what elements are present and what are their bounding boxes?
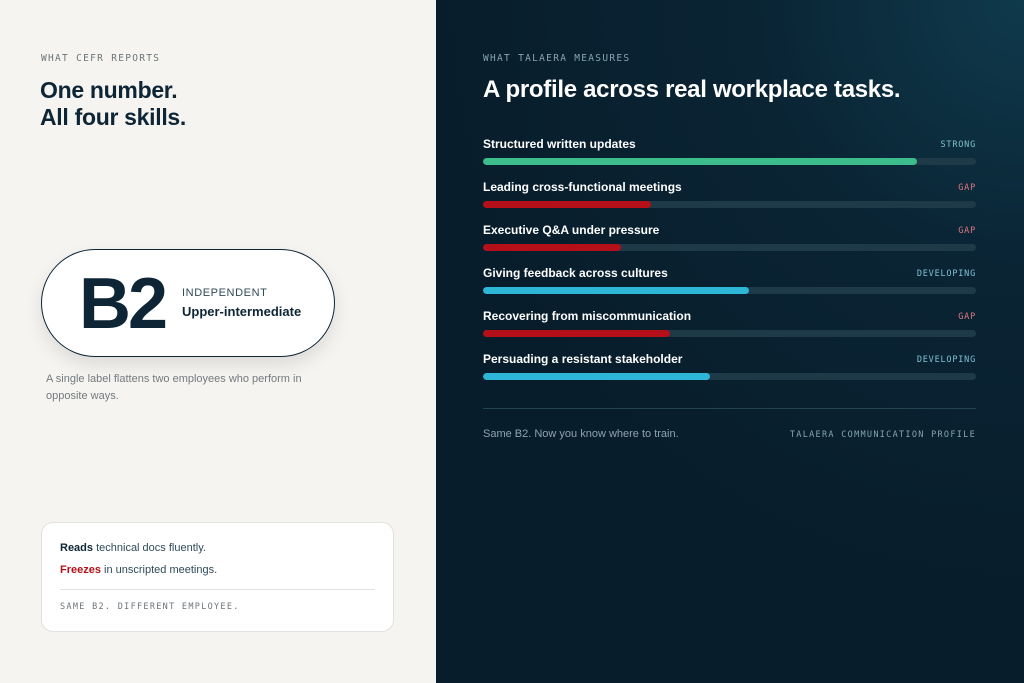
skill-name: Executive Q&A under pressure bbox=[483, 223, 660, 237]
card-divider bbox=[60, 589, 375, 590]
talaera-panel: WHAT TALAERA MEASURES A profile across r… bbox=[436, 0, 1024, 683]
skill-track bbox=[483, 158, 976, 165]
skill-row: Leading cross-functional meetings GAP bbox=[483, 179, 976, 222]
grade-level: Upper-intermediate bbox=[182, 304, 302, 319]
skill-level-bar bbox=[483, 330, 671, 337]
cefr-caption: A single label flattens two employees wh… bbox=[46, 373, 302, 402]
cefr-title-line1: One number. bbox=[40, 77, 178, 103]
skill-name: Persuading a resistant stakeholder bbox=[483, 352, 683, 366]
skill-level-bar bbox=[483, 201, 651, 208]
contrast-line-reads: Reads technical docs fluently. bbox=[60, 542, 206, 554]
skill-profile-list: Structured written updates STRONG Leading … bbox=[483, 136, 976, 394]
skill-track bbox=[483, 373, 976, 380]
reads-text: technical docs fluently. bbox=[93, 542, 206, 554]
cefr-eyebrow: WHAT CEFR REPORTS bbox=[41, 53, 161, 64]
skill-name: Leading cross-functional meetings bbox=[483, 180, 682, 194]
talaera-title: A profile across real workplace tasks. bbox=[483, 76, 901, 103]
skill-name: Giving feedback across cultures bbox=[483, 266, 668, 280]
footer-brand: TALAERA COMMUNICATION PROFILE bbox=[789, 430, 976, 440]
freezes-text: in unscripted meetings. bbox=[100, 564, 218, 576]
skill-track bbox=[483, 330, 976, 337]
skill-row: Executive Q&A under pressure GAP bbox=[483, 222, 976, 265]
freezes-highlight: Freezes bbox=[60, 564, 101, 576]
grade-label: B2 bbox=[79, 264, 168, 344]
skill-name: Structured written updates bbox=[483, 137, 636, 151]
skill-level-bar bbox=[483, 287, 750, 294]
cefr-grade-badge: B2 INDEPENDENT Upper-intermediate bbox=[41, 249, 335, 357]
skill-row: Giving feedback across cultures DEVELOPIN… bbox=[483, 265, 976, 308]
skill-track bbox=[483, 287, 976, 294]
reads-highlight: Reads bbox=[60, 542, 94, 554]
skill-row: Persuading a resistant stakeholder DEVELO… bbox=[483, 351, 976, 394]
skill-status: GAP bbox=[958, 183, 976, 193]
skill-status: DEVELOPING bbox=[916, 355, 976, 365]
footer-divider bbox=[483, 408, 976, 409]
skill-level-bar bbox=[483, 373, 710, 380]
card-footer: SAME B2. DIFFERENT EMPLOYEE. bbox=[60, 602, 240, 612]
skill-row: Recovering from miscommunication GAP bbox=[483, 308, 976, 351]
cefr-title-line2: All four skills. bbox=[40, 104, 187, 130]
skill-track bbox=[483, 201, 976, 208]
skill-name: Recovering from miscommunication bbox=[483, 309, 692, 323]
employee-contrast-card: Reads technical docs fluently. Freezes i… bbox=[41, 522, 394, 632]
talaera-eyebrow: WHAT TALAERA MEASURES bbox=[483, 53, 631, 64]
footer-tagline: Same B2. Now you know where to train. bbox=[483, 428, 679, 440]
skill-row: Structured written updates STRONG bbox=[483, 136, 976, 179]
skill-status: DEVELOPING bbox=[916, 269, 976, 279]
cefr-panel: WHAT CEFR REPORTS One number. All four s… bbox=[0, 0, 436, 683]
skill-level-bar bbox=[483, 158, 917, 165]
skill-track bbox=[483, 244, 976, 251]
skill-status: GAP bbox=[958, 312, 976, 322]
contrast-line-freezes: Freezes in unscripted meetings. bbox=[60, 564, 217, 576]
skill-status: STRONG bbox=[940, 140, 976, 150]
grade-band: INDEPENDENT bbox=[182, 287, 268, 299]
skill-level-bar bbox=[483, 244, 622, 251]
skill-status: GAP bbox=[958, 226, 976, 236]
cefr-title: One number. All four skills. bbox=[40, 77, 186, 131]
